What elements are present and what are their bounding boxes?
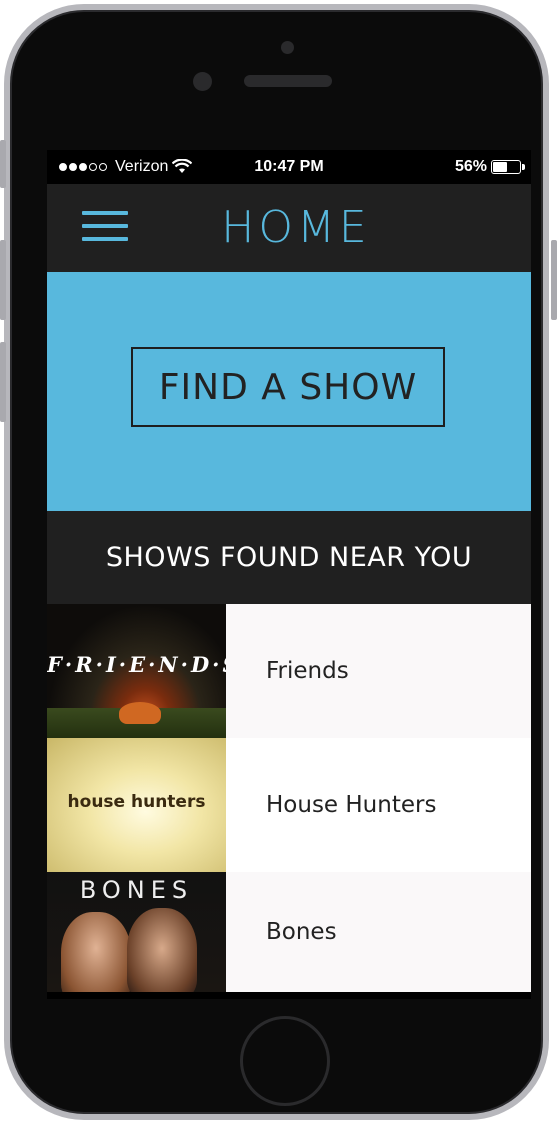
house-hunters-thumbnail: house hunters <box>47 738 226 872</box>
volume-up-button <box>0 240 6 320</box>
friends-logo: F·R·I·E·N·D·S <box>47 652 226 677</box>
home-button[interactable] <box>240 1016 330 1106</box>
mute-switch <box>0 140 6 188</box>
power-button <box>551 240 557 320</box>
status-right: 56% <box>454 158 525 176</box>
screen: Verizon 10:47 PM 56% HOME FIND A SHOW SH… <box>47 150 531 999</box>
house-hunters-logo: house hunters <box>67 792 206 812</box>
volume-down-button <box>0 342 6 422</box>
earpiece-speaker <box>244 75 332 87</box>
hero-banner: FIND A SHOW <box>47 272 531 511</box>
show-row-bones[interactable]: BONES Bones <box>47 872 531 992</box>
bones-thumbnail: BONES <box>47 872 226 992</box>
battery-fill <box>493 162 507 172</box>
show-name: Bones <box>266 919 337 945</box>
page-title: HOME <box>221 202 371 253</box>
show-list: F·R·I·E·N·D·S Friends house hunters Hous… <box>47 604 531 992</box>
proximity-sensor <box>193 72 212 91</box>
show-name: Friends <box>266 658 349 684</box>
bones-logo: BONES <box>79 876 194 904</box>
show-row-friends[interactable]: F·R·I·E·N·D·S Friends <box>47 604 531 738</box>
show-name: House Hunters <box>266 792 437 818</box>
front-camera <box>281 41 294 54</box>
show-row-house-hunters[interactable]: house hunters House Hunters <box>47 738 531 872</box>
find-a-show-button[interactable]: FIND A SHOW <box>131 347 445 427</box>
phone-frame: Verizon 10:47 PM 56% HOME FIND A SHOW SH… <box>4 4 549 1120</box>
app-header: HOME <box>47 184 531 272</box>
section-title: SHOWS FOUND NEAR YOU <box>47 511 531 604</box>
friends-thumbnail: F·R·I·E·N·D·S <box>47 604 226 738</box>
status-bar: Verizon 10:47 PM 56% <box>47 150 531 184</box>
battery-icon <box>491 160 525 174</box>
battery-percent: 56% <box>454 158 487 175</box>
